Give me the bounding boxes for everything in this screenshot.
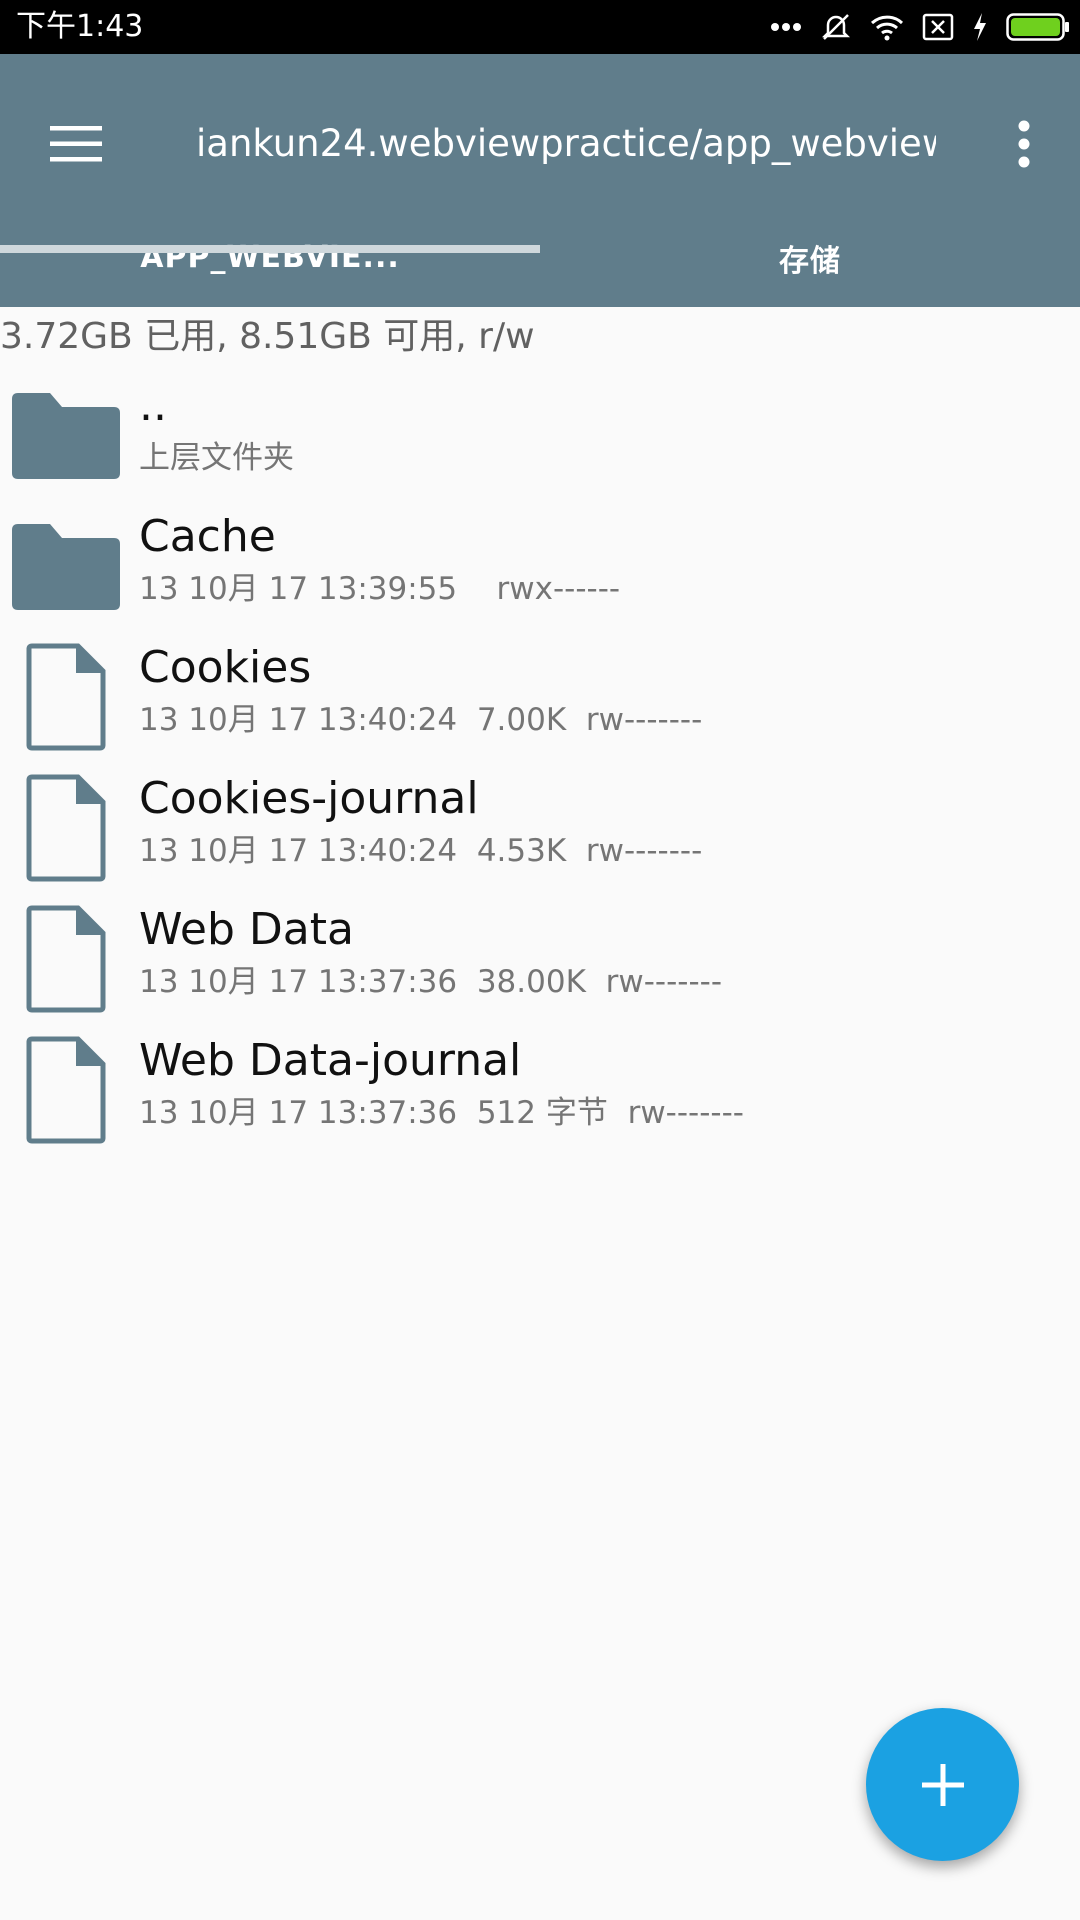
current-path-title: iankun24.webviewpractice/app_webview	[196, 122, 936, 165]
status-time: 下午1:43	[16, 9, 144, 44]
battery-icon	[1006, 13, 1069, 41]
file-list: .. 上层文件夹 Cache 13 10月 17 13:39:55 rwx---…	[0, 375, 1080, 1161]
charging-icon	[974, 13, 986, 41]
list-item-parent-folder[interactable]: .. 上层文件夹	[0, 375, 1080, 506]
plus-icon	[921, 1763, 964, 1806]
list-item-web-data-journal[interactable]: Web Data-journal 13 10月 17 13:37:36 512 …	[0, 1030, 1080, 1161]
wifi-icon	[870, 15, 904, 41]
status-bar: 下午1:43	[0, 0, 1080, 54]
hamburger-menu-icon	[50, 126, 102, 162]
file-icon	[10, 1030, 122, 1150]
mute-icon	[821, 14, 851, 40]
list-item-cookies[interactable]: Cookies 13 10月 17 13:40:24 7.00K rw-----…	[0, 637, 1080, 768]
file-icon	[10, 768, 122, 888]
sim-disabled-icon	[922, 13, 954, 41]
add-fab-button[interactable]	[866, 1708, 1019, 1861]
tab-storage[interactable]: 存储	[540, 208, 1080, 307]
file-icon	[10, 637, 122, 757]
file-name: Cache	[139, 511, 276, 562]
file-name: Cookies	[139, 642, 312, 693]
more-vert-icon	[1018, 120, 1030, 168]
folder-icon	[10, 375, 122, 495]
file-name: ..	[139, 380, 167, 431]
menu-button[interactable]	[30, 98, 122, 190]
file-name: Web Data-journal	[139, 1035, 522, 1086]
file-meta: 13 10月 17 13:40:24 7.00K rw-------	[139, 702, 703, 738]
tab-label: 存储	[779, 243, 841, 279]
file-meta: 上层文件夹	[139, 440, 294, 476]
file-name: Web Data	[139, 904, 354, 955]
file-icon	[10, 899, 122, 1019]
file-meta: 13 10月 17 13:37:36 512 字节 rw-------	[139, 1095, 744, 1131]
status-icons	[770, 8, 1070, 46]
list-item-cache[interactable]: Cache 13 10月 17 13:39:55 rwx------	[0, 506, 1080, 637]
tab-bar: APP_WEBVIE... 存储	[0, 208, 1080, 307]
file-meta: 13 10月 17 13:37:36 38.00K rw-------	[139, 964, 723, 1000]
file-meta: 13 10月 17 13:39:55 rwx------	[139, 571, 621, 607]
list-item-cookies-journal[interactable]: Cookies-journal 13 10月 17 13:40:24 4.53K…	[0, 768, 1080, 899]
overflow-menu-button[interactable]	[988, 98, 1060, 190]
storage-summary: 3.72GB 已用, 8.51GB 可用, r/w	[0, 316, 535, 357]
app-bar: iankun24.webviewpractice/app_webview APP…	[0, 54, 1080, 307]
list-item-web-data[interactable]: Web Data 13 10月 17 13:37:36 38.00K rw---…	[0, 899, 1080, 1030]
tab-indicator	[0, 245, 540, 253]
file-meta: 13 10月 17 13:40:24 4.53K rw-------	[139, 833, 703, 869]
tab-app-webview[interactable]: APP_WEBVIE...	[0, 208, 540, 307]
file-name: Cookies-journal	[139, 773, 479, 824]
folder-icon	[10, 506, 122, 626]
more-dots-icon	[771, 23, 801, 31]
